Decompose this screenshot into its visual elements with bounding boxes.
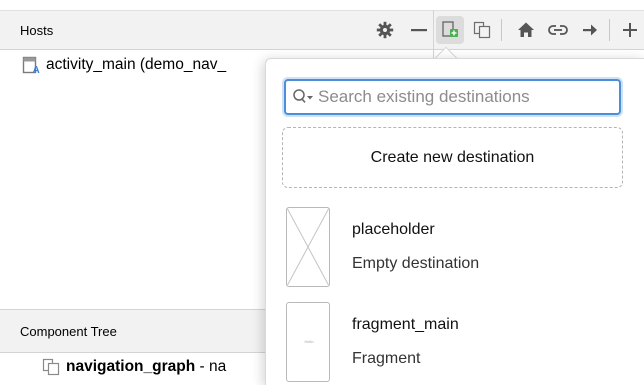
new-destination-button[interactable] xyxy=(436,16,464,44)
home-button[interactable] xyxy=(512,16,540,44)
add-button[interactable] xyxy=(616,16,644,44)
destination-type: Fragment xyxy=(352,350,421,367)
host-item-label: activity_main (demo_nav_ xyxy=(46,56,227,73)
search-box[interactable] xyxy=(284,79,621,115)
search-input[interactable] xyxy=(318,87,608,107)
destination-name: fragment_main xyxy=(352,316,459,333)
hosts-header: Hosts xyxy=(0,10,434,50)
destination-name: placeholder xyxy=(352,221,435,238)
nested-graph-button[interactable] xyxy=(468,16,496,44)
navigation-toolbar xyxy=(434,10,644,50)
toolbar-separator xyxy=(609,19,611,41)
destination-item-fragment-main[interactable]: Hello fragment_main Fragment xyxy=(286,302,626,382)
tree-root-name: navigation_graph xyxy=(66,358,196,375)
nested-graph-icon xyxy=(473,21,491,39)
destination-thumbnail-placeholder xyxy=(286,207,330,287)
action-button[interactable] xyxy=(576,16,604,44)
new-destination-popup: Create new destination placeholder Empty… xyxy=(265,58,644,385)
nested-graph-icon xyxy=(42,358,60,376)
host-item[interactable]: A activity_main (demo_nav_ xyxy=(22,56,226,74)
component-tree-title: Component Tree xyxy=(20,323,117,339)
search-icon xyxy=(292,88,314,106)
thumbnail-text: Hello xyxy=(304,339,314,344)
tree-root-suffix: - na xyxy=(195,358,227,375)
svg-text:A: A xyxy=(33,65,40,74)
create-new-destination-button[interactable]: Create new destination xyxy=(282,127,623,188)
toolbar-separator xyxy=(501,19,503,41)
destination-item-placeholder[interactable]: placeholder Empty destination xyxy=(286,207,626,287)
create-new-destination-label: Create new destination xyxy=(370,148,535,166)
gear-icon[interactable] xyxy=(376,21,394,39)
home-icon xyxy=(517,21,535,39)
layout-file-icon: A xyxy=(22,56,40,74)
destination-type: Empty destination xyxy=(352,255,480,272)
deep-link-button[interactable] xyxy=(544,16,572,44)
destination-thumbnail-fragment: Hello xyxy=(286,302,330,382)
tree-root-item[interactable]: navigation_graph - na xyxy=(42,358,226,376)
hosts-header-tools xyxy=(376,11,428,49)
add-icon xyxy=(623,21,638,39)
new-destination-icon xyxy=(440,20,460,40)
arrow-right-icon xyxy=(581,21,599,39)
minus-icon[interactable] xyxy=(410,21,428,39)
hosts-title: Hosts xyxy=(20,22,54,38)
link-icon xyxy=(547,21,568,39)
